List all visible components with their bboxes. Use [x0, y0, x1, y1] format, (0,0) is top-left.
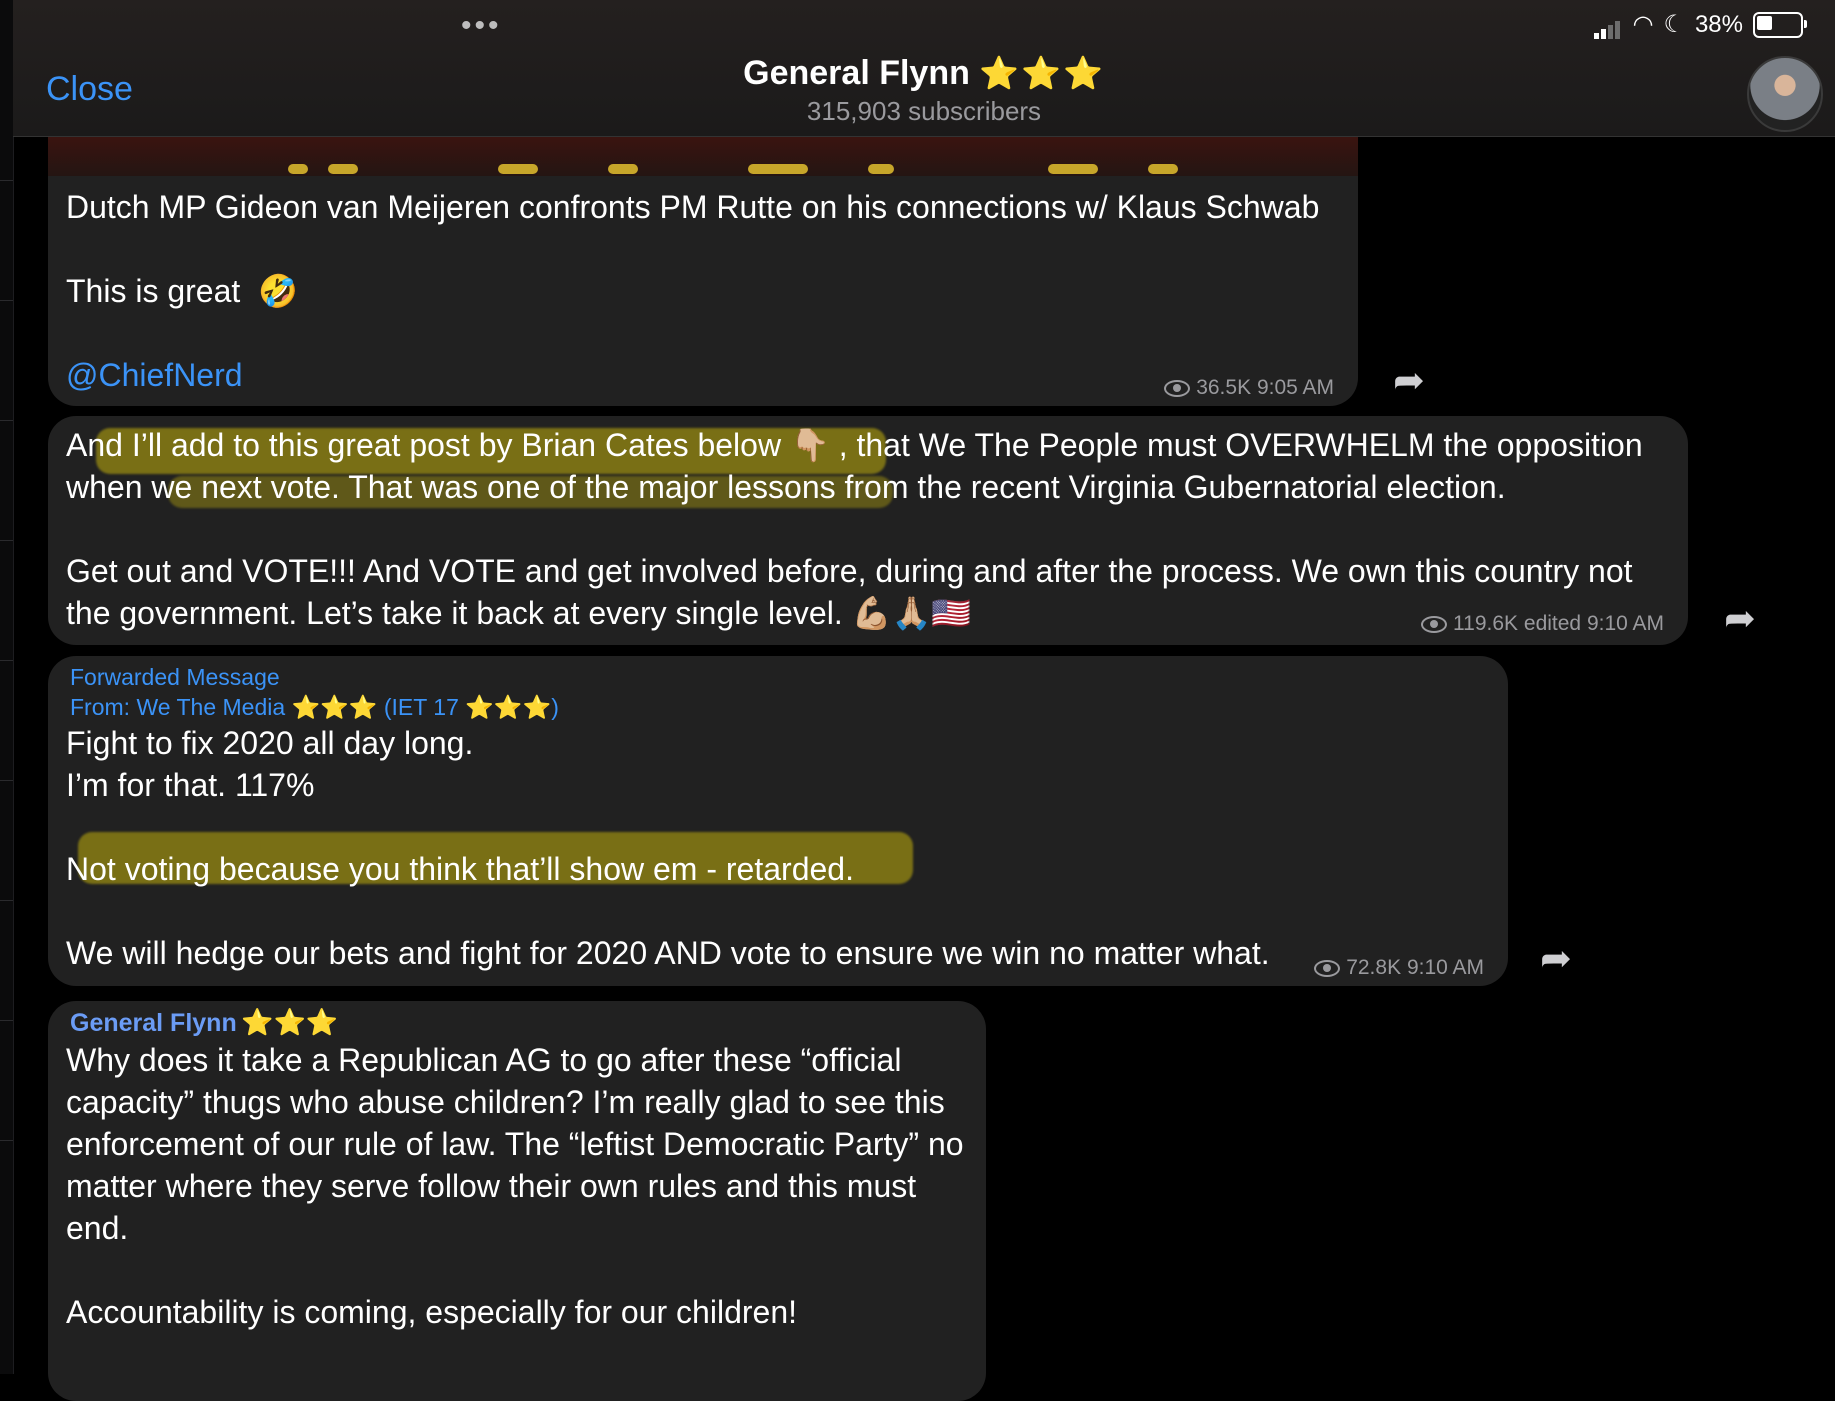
sender-stars: ⭐⭐⭐ — [241, 1007, 339, 1037]
message-bubble[interactable]: Dutch MP Gideon van Meijeren confronts P… — [48, 176, 1358, 406]
message-time: 9:10 AM — [1406, 956, 1484, 979]
message-text: Fight to fix 2020 all day long. I’m for … — [66, 725, 1270, 971]
channel-title[interactable]: General Flynn ⭐⭐⭐ — [13, 54, 1835, 93]
forwarded-from-stars: ⭐⭐⭐ — [291, 694, 378, 720]
subscriber-count: 315,903 subscribers — [806, 96, 1042, 126]
signal-icon — [1594, 11, 1622, 39]
share-arrow-icon[interactable]: ➦ — [1393, 358, 1425, 403]
eye-icon — [1164, 379, 1191, 397]
message-bubble[interactable]: General Flynn ⭐⭐⭐ Why does it take a Rep… — [48, 1001, 986, 1401]
forward-header[interactable]: Forwarded Message From: We The Media ⭐⭐⭐… — [70, 662, 559, 722]
channel-stars: ⭐⭐⭐ — [979, 55, 1105, 91]
status-bar: ◠ ☾ 38% — [1594, 10, 1807, 39]
forwarded-suffix-stars: ⭐⭐⭐ — [465, 694, 552, 720]
message-time: 9:05 AM — [1256, 376, 1334, 399]
moon-icon: ☾ — [1663, 11, 1685, 38]
sender-name[interactable]: General Flynn — [70, 1009, 237, 1037]
mention-link[interactable]: @ChiefNerd — [66, 357, 243, 393]
message-text: Why does it take a Republican AG to go a… — [66, 1042, 964, 1330]
message-meta: 72.8K 9:10 AM — [1314, 956, 1484, 980]
view-count: 119.6K — [1453, 612, 1519, 635]
channel-name: General Flynn — [743, 54, 970, 92]
forwarded-from: From: We The Media ⭐⭐⭐ (IET 17 ⭐⭐⭐) — [70, 692, 559, 722]
forwarded-label: Forwarded Message — [70, 664, 280, 690]
forwarded-from-name[interactable]: From: We The Media — [70, 694, 285, 720]
forwarded-from-suffix: (IET 17 — [383, 694, 459, 720]
left-edge-strip — [0, 0, 14, 1374]
channel-avatar[interactable] — [1747, 56, 1823, 132]
share-arrow-icon[interactable]: ➦ — [1724, 596, 1756, 641]
more-dots-icon[interactable]: ••• — [461, 11, 502, 41]
battery-percent: 38% — [1694, 10, 1743, 38]
view-count: 72.8K — [1346, 956, 1402, 979]
message-meta: 119.6K edited 9:10 AM — [1421, 612, 1664, 636]
message-bubble[interactable]: Forwarded Message From: We The Media ⭐⭐⭐… — [48, 656, 1508, 986]
video-thumbnail-strip[interactable] — [48, 136, 1358, 176]
forwarded-from-suffix-end: ) — [551, 694, 559, 720]
share-arrow-icon[interactable]: ➦ — [1540, 936, 1572, 981]
view-count: 36.5K — [1196, 376, 1252, 399]
eye-icon — [1314, 959, 1341, 977]
channel-header: ••• Close General Flynn ⭐⭐⭐ 315,903 subs… — [13, 0, 1835, 137]
message-text: Dutch MP Gideon van Meijeren confronts P… — [66, 189, 1320, 309]
sender-line: General Flynn ⭐⭐⭐ — [70, 1007, 338, 1038]
battery-icon — [1753, 11, 1807, 38]
wifi-icon: ◠ — [1632, 11, 1654, 38]
message-meta: 36.5K 9:05 AM — [1164, 376, 1334, 400]
message-text: And I’ll add to this great post by Brian… — [66, 427, 1643, 631]
message-time: edited 9:10 AM — [1523, 612, 1664, 635]
eye-icon — [1421, 615, 1448, 633]
message-bubble[interactable]: And I’ll add to this great post by Brian… — [48, 416, 1688, 645]
